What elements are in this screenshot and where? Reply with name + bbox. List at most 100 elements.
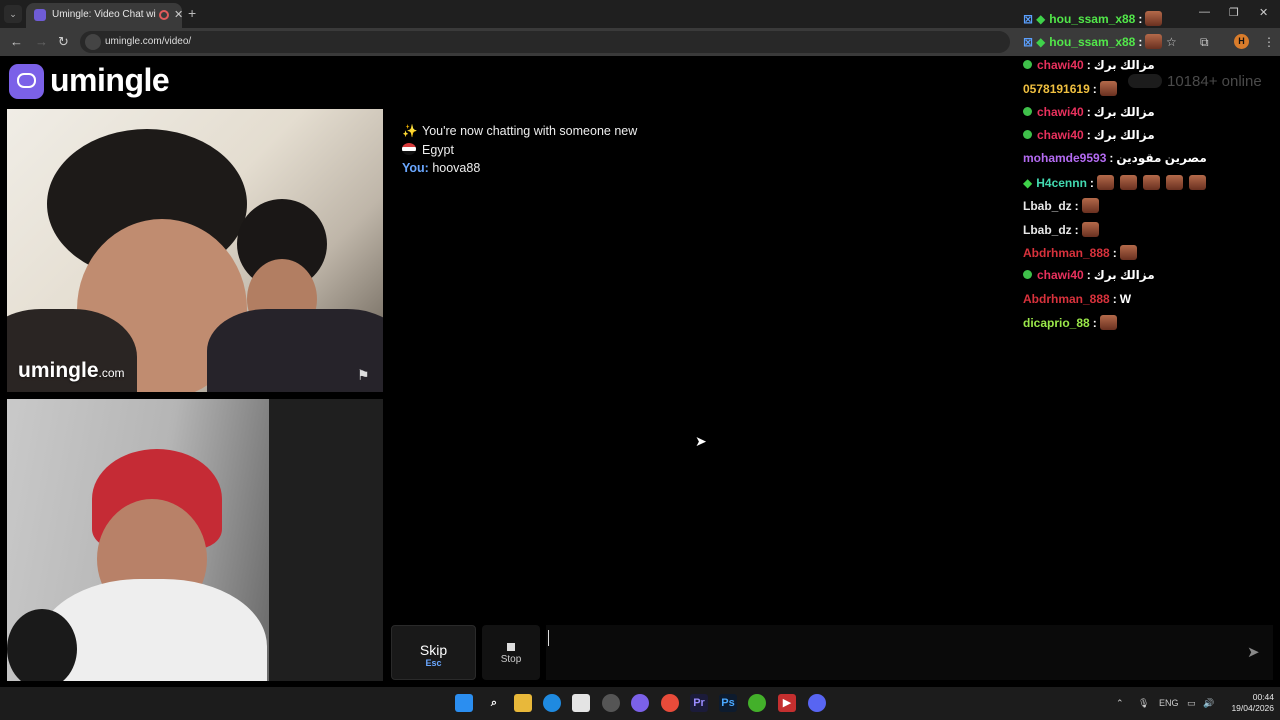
system-message-line: ✨ You're now chatting with someone new <box>402 124 637 139</box>
chrome-icon[interactable] <box>661 694 679 712</box>
diamond-badge-icon: ◆ <box>1036 35 1046 50</box>
back-icon[interactable]: ← <box>10 34 23 49</box>
search-icon[interactable]: ⌕ <box>485 694 503 712</box>
emote-icon <box>1119 245 1137 260</box>
store-icon[interactable] <box>572 694 590 712</box>
comment-separator: : <box>1086 268 1091 283</box>
comment-username: dicaprio_88 <box>1023 316 1090 331</box>
stop-icon <box>507 643 515 651</box>
emote-icon <box>1099 81 1117 97</box>
browser-tab[interactable]: Umingle: Video Chat with St ✕ <box>26 3 183 28</box>
profile-avatar[interactable]: H <box>1234 34 1249 49</box>
chat-message-input[interactable] <box>546 625 1273 680</box>
platform-badge-icon: ⊠ <box>1023 12 1034 26</box>
reload-icon[interactable]: ↻ <box>58 34 69 50</box>
forward-icon[interactable]: → <box>35 34 48 49</box>
utorrent-icon[interactable] <box>748 694 766 712</box>
system-message: You're now chatting with someone new <box>422 124 638 138</box>
live-comment: ⊠ ◆ hou_ssam_x88: <box>1023 34 1168 54</box>
clock-time: 00:44 <box>1252 692 1274 702</box>
live-comment: chawi40: مزالك برك <box>1023 105 1155 125</box>
address-bar[interactable]: umingle.com/video/ <box>80 31 1010 53</box>
app-icon[interactable] <box>602 694 620 712</box>
verified-badge-icon <box>1023 106 1032 116</box>
platform-badge-icon: ⊠ <box>1023 35 1034 50</box>
comment-username: Abdrhman_888 <box>1023 246 1110 260</box>
discord-icon[interactable] <box>808 694 826 712</box>
start-windows-icon[interactable] <box>455 694 473 712</box>
system-clock[interactable]: 00:44 19/04/2026 <box>1224 692 1274 714</box>
send-icon[interactable]: ➤ <box>1247 643 1260 661</box>
premiere-icon[interactable]: Pr <box>690 694 708 712</box>
umingle-watermark: umingle.com <box>18 359 125 383</box>
verified-badge-icon <box>1023 270 1032 280</box>
tray-overflow-icon[interactable]: ⌃ <box>1116 698 1124 709</box>
comment-username: Lbab_dz <box>1023 222 1072 237</box>
live-comment: chawi40: مزالك برك <box>1023 58 1155 78</box>
country-name: Egypt <box>422 143 454 157</box>
emote-icon <box>1096 174 1114 190</box>
microphone-region <box>7 609 77 681</box>
file-explorer-icon[interactable] <box>514 694 532 712</box>
tab-title: Umingle: Video Chat with St <box>52 9 156 20</box>
comment-username: chawi40 <box>1037 128 1084 142</box>
sparkle-icon: ✨ <box>402 124 418 138</box>
recorder-icon[interactable]: ▶ <box>778 694 796 712</box>
edge-browser-icon[interactable] <box>543 694 561 712</box>
live-comment: ◆ H4cennn: <box>1023 174 1212 195</box>
report-flag-icon[interactable]: ⚑ <box>357 367 370 384</box>
online-count: 10184+ online <box>1167 73 1262 90</box>
umingle-logo-icon[interactable] <box>9 64 44 99</box>
comment-username: mohamde9593 <box>1023 151 1107 166</box>
emote-icon <box>1145 34 1163 50</box>
live-comment: 0578191619: <box>1023 81 1123 101</box>
live-comment: dicaprio_88: <box>1023 315 1123 335</box>
stop-button[interactable]: Stop <box>482 625 540 680</box>
diamond-badge-icon: ◆ <box>1023 175 1033 190</box>
comment-separator: : <box>1086 104 1091 119</box>
restore-icon[interactable]: ❐ <box>1229 6 1239 19</box>
comment-username: chawi40 <box>1037 57 1084 72</box>
emote-icon <box>1165 174 1183 190</box>
network-icon[interactable]: ▭ <box>1187 698 1196 709</box>
diamond-badge-icon: ◆ <box>1036 12 1046 26</box>
comment-separator: : <box>1086 128 1091 142</box>
volume-icon[interactable]: 🔊 <box>1203 698 1214 709</box>
emote-icon <box>1142 174 1160 190</box>
comment-text: W <box>1119 291 1132 306</box>
egypt-flag-icon <box>402 143 416 155</box>
tab-search-icon[interactable]: ⌄ <box>4 5 22 23</box>
comment-separator: : <box>1074 199 1079 214</box>
new-tab-button[interactable]: + <box>188 5 196 21</box>
site-logo-text[interactable]: umingle <box>50 62 170 99</box>
comment-separator: : <box>1109 151 1114 166</box>
minimize-icon[interactable]: — <box>1199 6 1210 18</box>
comment-username: chawi40 <box>1037 104 1084 119</box>
site-info-icon[interactable] <box>85 34 101 50</box>
emote-icon <box>1119 174 1137 190</box>
microphone-icon[interactable]: 🎙 <box>1138 698 1149 709</box>
comment-username: Lbab_dz <box>1023 199 1072 214</box>
live-comment: ⊠ ◆ hou_ssam_x88: <box>1023 11 1168 31</box>
recording-indicator-icon <box>159 10 169 20</box>
watermark-main: umingle <box>18 359 99 382</box>
comment-text: مزالك برك <box>1093 268 1155 283</box>
extensions-icon[interactable]: ⧉ <box>1200 35 1209 50</box>
windows-taskbar: ⌕ Pr Ps ▶ ⌃ 🎙 ENG ▭ 🔊 00:44 19/04/2026 <box>0 687 1280 720</box>
url-text: umingle.com/video/ <box>105 36 192 47</box>
close-window-icon[interactable]: ✕ <box>1259 6 1268 19</box>
close-tab-icon[interactable]: ✕ <box>174 8 183 21</box>
stop-label: Stop <box>500 654 522 665</box>
chat-app-icon[interactable] <box>631 694 649 712</box>
skip-button[interactable]: Skip Esc <box>391 625 476 680</box>
photoshop-icon[interactable]: Ps <box>719 694 737 712</box>
stranger-video: umingle.com ⚑ <box>7 109 383 392</box>
emote-icon <box>1081 198 1099 214</box>
you-label: You: <box>402 161 429 175</box>
menu-kebab-icon[interactable]: ⋮ <box>1263 35 1275 49</box>
live-comment: Lbab_dz: <box>1023 221 1105 242</box>
comment-separator: : <box>1138 35 1143 50</box>
language-indicator[interactable]: ENG <box>1159 698 1179 708</box>
comment-username: 0578191619 <box>1023 82 1090 97</box>
clock-date: 19/04/2026 <box>1231 703 1274 713</box>
